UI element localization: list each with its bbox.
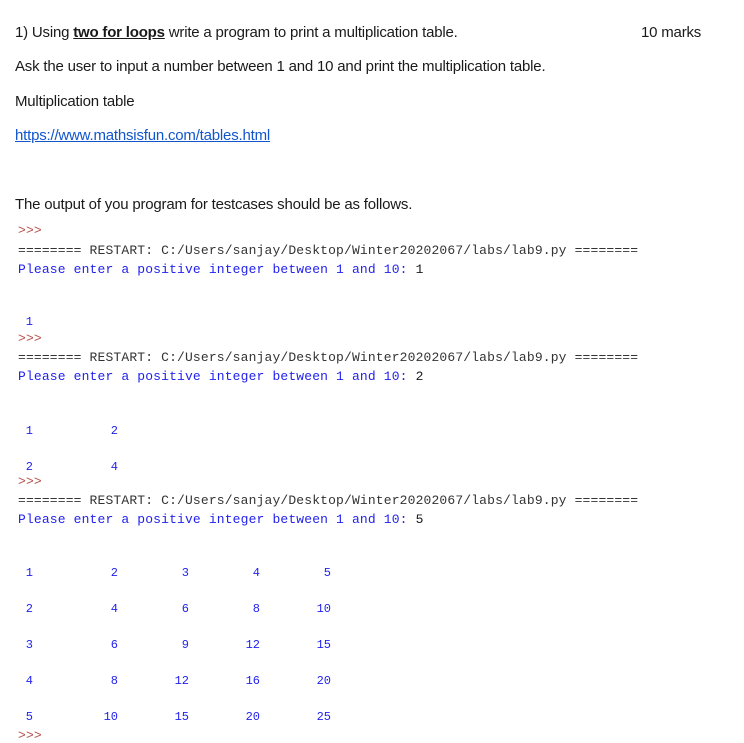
table-cell: 20 (316, 674, 331, 688)
table-cell: 5 (25, 710, 33, 724)
table-cell: 20 (245, 710, 260, 724)
restart-line: ======== RESTART: C:/Users/sanjay/Deskto… (18, 350, 639, 365)
table-cell: 2 (110, 566, 118, 580)
user-input: 2 (415, 369, 424, 384)
question-prefix: Using (31, 24, 74, 41)
shell-prompt: >>> (18, 331, 42, 346)
input-prompt-line: Please enter a positive integer between … (18, 512, 424, 527)
input-prompt-text: Please enter a positive integer between … (18, 369, 416, 384)
table-cell: 1 (25, 315, 33, 329)
table-cell: 2 (25, 460, 33, 474)
question-suffix: write a program to print a multiplicatio… (164, 24, 458, 41)
input-prompt-line: Please enter a positive integer between … (18, 369, 424, 384)
instruction-text: Ask the user to input a number between 1… (15, 58, 546, 75)
question-line: 1) Using two for loops write a program t… (15, 24, 458, 41)
table-cell: 10 (103, 710, 118, 724)
table-cell: 6 (181, 602, 189, 616)
shell-prompt: >>> (18, 728, 42, 743)
question-number: 1) (15, 24, 28, 41)
reference-label: Multiplication table (15, 93, 135, 110)
question-emphasis: two for loops (73, 24, 165, 41)
output-intro: The output of you program for testcases … (15, 196, 413, 213)
user-input: 5 (415, 512, 424, 527)
table-cell: 4 (252, 566, 260, 580)
restart-line: ======== RESTART: C:/Users/sanjay/Deskto… (18, 243, 639, 258)
table-cell: 2 (110, 424, 118, 438)
table-cell: 4 (110, 460, 118, 474)
marks-label: 10 marks (641, 24, 702, 41)
user-input: 1 (415, 262, 424, 277)
table-cell: 6 (110, 638, 118, 652)
input-prompt-line: Please enter a positive integer between … (18, 262, 424, 277)
table-cell: 2 (25, 602, 33, 616)
table-cell: 8 (252, 602, 260, 616)
table-cell: 15 (316, 638, 331, 652)
restart-line: ======== RESTART: C:/Users/sanjay/Deskto… (18, 493, 639, 508)
table-cell: 4 (25, 674, 33, 688)
shell-prompt: >>> (18, 474, 42, 489)
shell-prompt: >>> (18, 223, 42, 238)
table-cell: 4 (110, 602, 118, 616)
table-cell: 25 (316, 710, 331, 724)
table-cell: 12 (245, 638, 260, 652)
table-cell: 10 (316, 602, 331, 616)
table-cell: 8 (110, 674, 118, 688)
table-cell: 1 (25, 424, 33, 438)
input-prompt-text: Please enter a positive integer between … (18, 262, 416, 277)
table-cell: 15 (174, 710, 189, 724)
reference-link[interactable]: https://www.mathsisfun.com/tables.html (15, 127, 270, 144)
table-cell: 5 (323, 566, 331, 580)
table-cell: 16 (245, 674, 260, 688)
table-cell: 12 (174, 674, 189, 688)
table-cell: 3 (25, 638, 33, 652)
input-prompt-text: Please enter a positive integer between … (18, 512, 416, 527)
table-cell: 1 (25, 566, 33, 580)
table-cell: 3 (181, 566, 189, 580)
table-cell: 9 (181, 638, 189, 652)
